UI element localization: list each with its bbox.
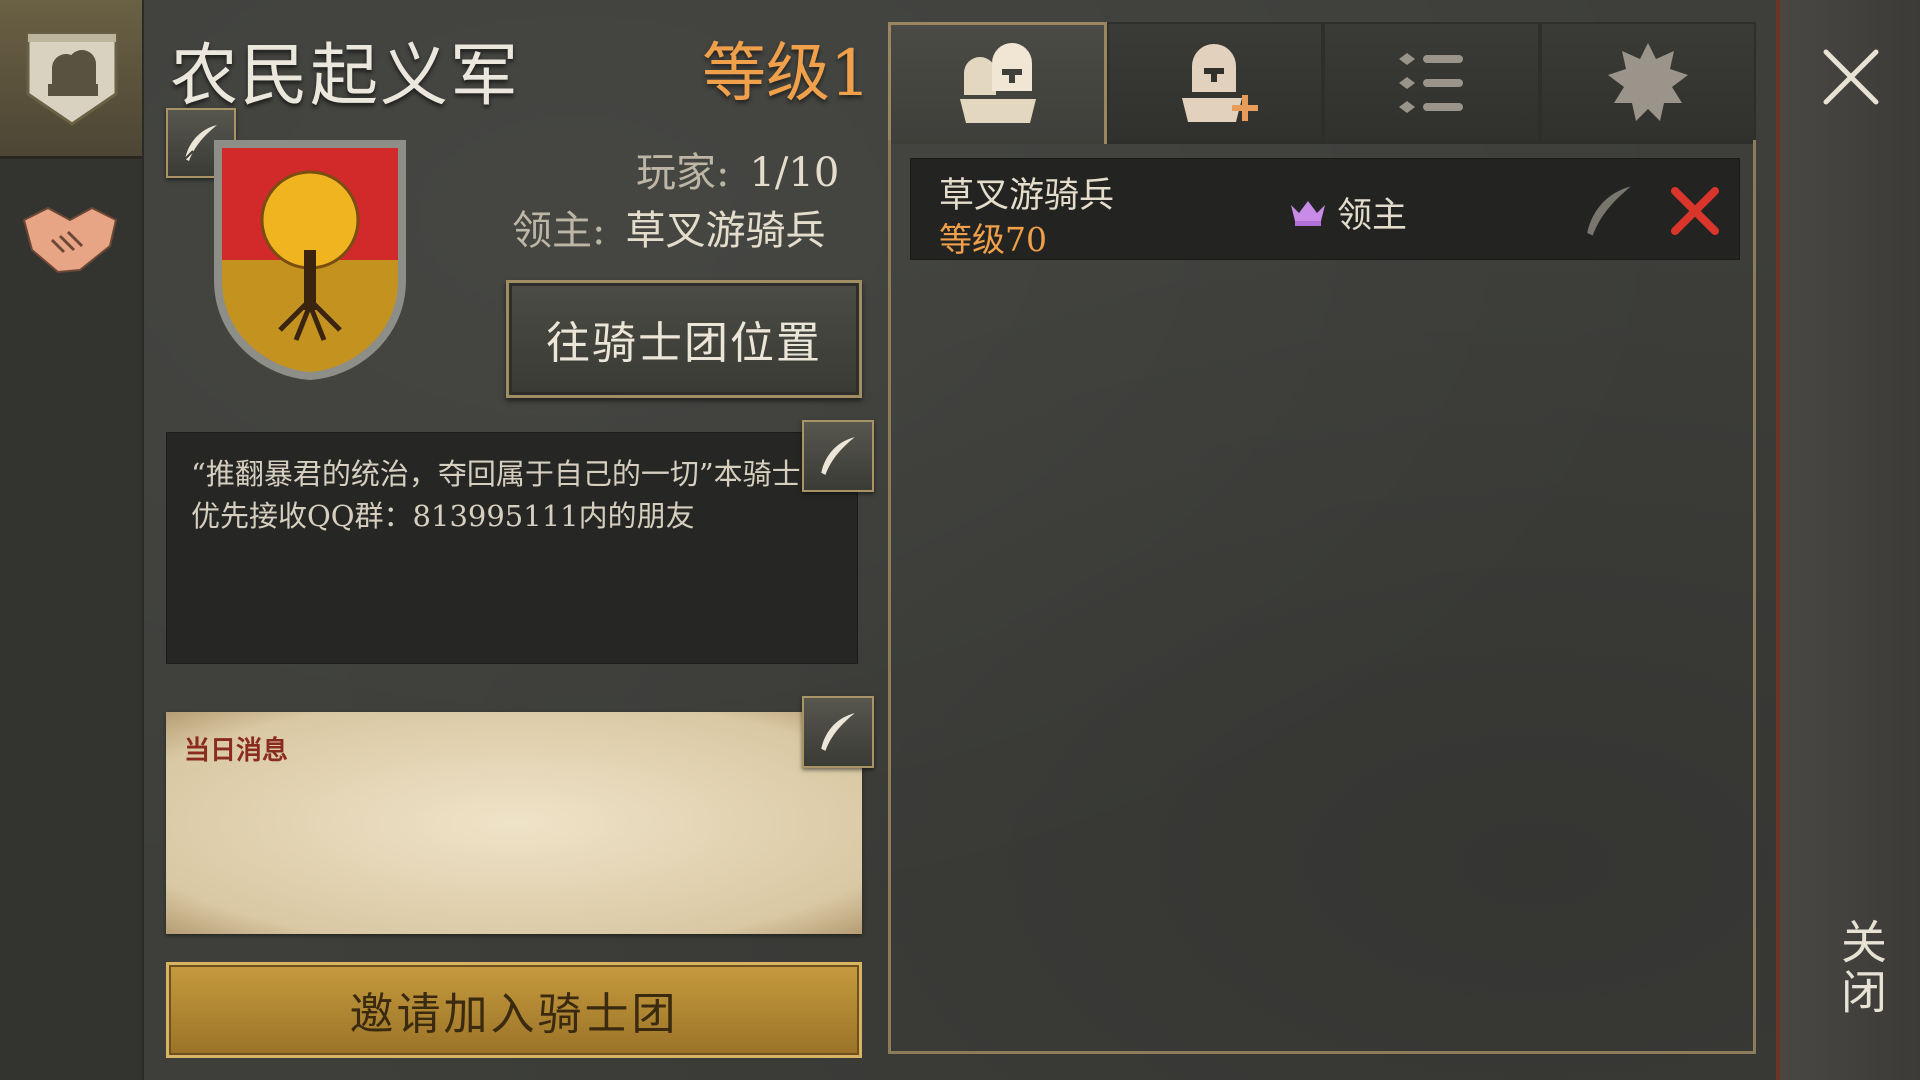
edit-description-button[interactable] <box>802 420 874 492</box>
goto-guild-location-button[interactable]: 往骑士团位置 <box>506 280 862 398</box>
tab-recruit[interactable] <box>1106 22 1323 144</box>
guild-description: “推翻暴君的统治，夺回属于自己的一切”本骑士团优先接收QQ群：813995111… <box>166 432 858 664</box>
add-knight-icon <box>1181 44 1258 122</box>
daily-message-label: 当日消息 <box>184 736 289 766</box>
member-role: 领主 <box>1289 187 1407 238</box>
edit-daily-message-button[interactable] <box>802 696 874 768</box>
list-icon <box>1399 53 1464 113</box>
players-label: 玩家: <box>636 150 730 196</box>
guild-name: 农民起义军 <box>170 37 521 116</box>
tab-settings[interactable] <box>1539 22 1756 144</box>
lord-value: 草叉游骑兵 <box>625 208 826 254</box>
member-name: 草叉游骑兵 <box>939 176 1115 216</box>
guild-crest[interactable] <box>210 140 410 380</box>
kick-member-icon[interactable] <box>1667 183 1723 239</box>
tab-members[interactable] <box>888 22 1107 144</box>
guild-emblem-icon <box>26 32 118 126</box>
quill-icon[interactable] <box>1579 181 1639 241</box>
tab-list[interactable] <box>1323 22 1540 144</box>
close-panel[interactable]: 关闭 <box>1776 0 1920 1080</box>
handshake-icon[interactable] <box>18 190 122 280</box>
guild-lord: 领主: 草叉游骑兵 <box>512 198 825 256</box>
players-value: 1/10 <box>749 150 840 196</box>
left-rail <box>0 0 144 1080</box>
guild-tabs <box>888 22 1756 144</box>
member-row[interactable]: 草叉游骑兵 等级70 领主 <box>910 158 1740 260</box>
member-role-label: 领主 <box>1337 196 1408 236</box>
knights-icon <box>960 42 1037 123</box>
crown-icon <box>1291 200 1325 226</box>
badge-icon <box>1607 43 1688 121</box>
guild-level: 等级1 <box>702 37 871 111</box>
member-list-panel <box>888 140 1756 1054</box>
close-label[interactable]: 关闭 <box>1828 918 1894 1018</box>
guild-tab-selected[interactable] <box>0 0 142 159</box>
quill-icon <box>821 437 855 475</box>
invite-to-guild-button[interactable]: 邀请加入骑士团 <box>166 962 862 1058</box>
players-count: 玩家: 1/10 <box>636 140 839 198</box>
member-level: 等级70 <box>939 220 1047 259</box>
close-icon[interactable] <box>1818 44 1884 110</box>
daily-message-panel: 当日消息 <box>166 712 862 934</box>
lord-label: 领主: <box>512 208 606 254</box>
quill-icon <box>821 713 855 751</box>
